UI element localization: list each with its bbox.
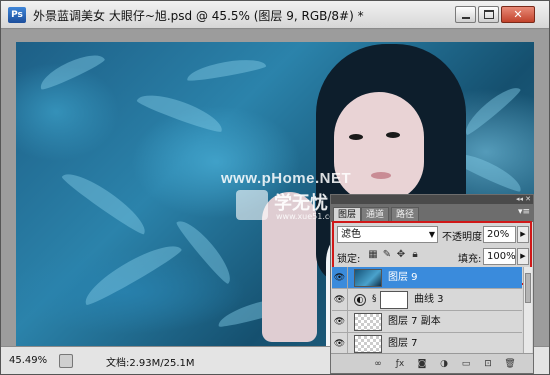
close-button[interactable]: ✕ bbox=[501, 6, 535, 23]
lock-label: 锁定: bbox=[337, 254, 361, 265]
fx-icon[interactable]: ƒx bbox=[393, 357, 407, 371]
layer-row[interactable]: 👁︎ ◐ § 曲线 3 bbox=[332, 289, 522, 311]
layers-panel: ◂◂ ✕ 图层 通道 路径 ▾≡ 滤色 ▼ 不透明度: 20% ▶ 锁定: ▦ … bbox=[330, 194, 534, 374]
eye-shape bbox=[349, 134, 363, 140]
visibility-eye-icon[interactable]: 👁︎ bbox=[332, 311, 348, 333]
minimize-button[interactable] bbox=[455, 6, 476, 23]
document-window: Ps 外景蓝调美女 大眼仔~旭.psd @ 45.5% (图层 9, RGB/8… bbox=[0, 0, 550, 375]
chevron-down-icon: ▼ bbox=[428, 230, 435, 239]
fill-input[interactable]: 100% bbox=[483, 248, 516, 265]
layer-row[interactable]: 👁︎ 图层 7 bbox=[332, 333, 522, 353]
lock-all-icon[interactable]: 🔒︎ bbox=[409, 249, 421, 261]
scrollbar-thumb[interactable] bbox=[525, 273, 531, 303]
layer-name: 图层 7 bbox=[388, 338, 418, 349]
leaf-shape bbox=[35, 47, 107, 93]
trash-icon[interactable]: 🗑︎ bbox=[503, 357, 517, 371]
layer-name: 曲线 3 bbox=[414, 294, 444, 305]
layer-name: 图层 9 bbox=[388, 272, 418, 283]
watermark-url: www.pHome.NET bbox=[221, 170, 352, 187]
layer-list: 👁︎ 图层 9 👁︎ ◐ § 曲线 3 👁︎ 图层 7 副本 👁︎ 图层 7 bbox=[332, 267, 522, 353]
eye-shape bbox=[386, 132, 400, 138]
visibility-eye-icon[interactable]: 👁︎ bbox=[332, 289, 348, 311]
fill-slider-button[interactable]: ▶ bbox=[517, 248, 529, 265]
mask-icon[interactable]: ◙ bbox=[415, 357, 429, 371]
panel-menu-icon[interactable]: ▾≡ bbox=[518, 207, 530, 217]
document-size-info[interactable]: 文档:2.93M/25.1M bbox=[106, 354, 195, 369]
close-icon: ✕ bbox=[513, 8, 523, 21]
visibility-eye-icon[interactable]: 👁︎ bbox=[332, 267, 348, 289]
adjustment-icon[interactable]: ◑ bbox=[437, 357, 451, 371]
tab-paths[interactable]: 路径 bbox=[391, 207, 420, 222]
watermark-logo-icon bbox=[236, 190, 268, 220]
opacity-slider-button[interactable]: ▶ bbox=[517, 226, 529, 243]
opacity-label: 不透明度: bbox=[442, 232, 486, 243]
leaf-shape bbox=[78, 235, 184, 309]
collapse-icon[interactable]: ◂◂ bbox=[516, 195, 523, 204]
window-title: 外景蓝调美女 大眼仔~旭.psd @ 45.5% (图层 9, RGB/8#) … bbox=[33, 9, 364, 23]
curves-adjustment-icon: ◐ bbox=[354, 294, 366, 306]
tab-layers[interactable]: 图层 bbox=[333, 207, 362, 222]
leaf-shape bbox=[59, 164, 153, 238]
leaf-shape bbox=[459, 81, 523, 137]
panel-tabs: 图层 通道 路径 ▾≡ bbox=[331, 204, 533, 222]
title-bar[interactable]: Ps 外景蓝调美女 大眼仔~旭.psd @ 45.5% (图层 9, RGB/8… bbox=[1, 1, 549, 29]
fill-label: 填充: bbox=[458, 254, 482, 265]
lips-shape bbox=[371, 172, 391, 179]
panel-footer: ∞ ƒx ◙ ◑ ▭ ⊡ 🗑︎ bbox=[331, 353, 533, 373]
close-panel-icon[interactable]: ✕ bbox=[525, 195, 531, 204]
panel-header[interactable]: ◂◂ ✕ bbox=[331, 195, 533, 204]
minimize-icon bbox=[462, 17, 470, 19]
tab-channels[interactable]: 通道 bbox=[361, 207, 390, 222]
lock-transparency-icon[interactable]: ▦ bbox=[367, 249, 379, 261]
zoom-level-field[interactable]: 45.49% bbox=[9, 354, 53, 369]
lock-pixels-icon[interactable]: ✎ bbox=[381, 249, 393, 261]
layer-list-scrollbar[interactable] bbox=[523, 267, 532, 353]
opacity-input[interactable]: 20% bbox=[483, 226, 516, 243]
maximize-icon bbox=[484, 10, 494, 19]
layer-mask-thumbnail bbox=[380, 291, 408, 309]
blend-mode-select[interactable]: 滤色 ▼ bbox=[337, 226, 438, 243]
link-icon[interactable]: ∞ bbox=[371, 357, 385, 371]
visibility-eye-icon[interactable]: 👁︎ bbox=[332, 333, 348, 353]
leaf-shape bbox=[185, 55, 267, 83]
layer-row[interactable]: 👁︎ 图层 9 bbox=[332, 267, 522, 289]
chain-link-icon[interactable]: § bbox=[372, 294, 377, 304]
layer-thumbnail bbox=[354, 335, 382, 353]
layer-thumbnail bbox=[354, 313, 382, 331]
lock-position-icon[interactable]: ✥ bbox=[395, 249, 407, 261]
layer-thumbnail bbox=[354, 269, 382, 287]
new-layer-icon[interactable]: ⊡ bbox=[481, 357, 495, 371]
leaf-shape bbox=[135, 87, 227, 135]
status-menu-icon[interactable] bbox=[59, 354, 73, 368]
blend-mode-value: 滤色 bbox=[341, 229, 361, 240]
photoshop-logo-icon: Ps bbox=[8, 7, 26, 23]
group-icon[interactable]: ▭ bbox=[459, 357, 473, 371]
layer-name: 图层 7 副本 bbox=[388, 316, 441, 327]
maximize-button[interactable] bbox=[478, 6, 499, 23]
layer-row[interactable]: 👁︎ 图层 7 副本 bbox=[332, 311, 522, 333]
leaf-shape bbox=[174, 214, 238, 286]
